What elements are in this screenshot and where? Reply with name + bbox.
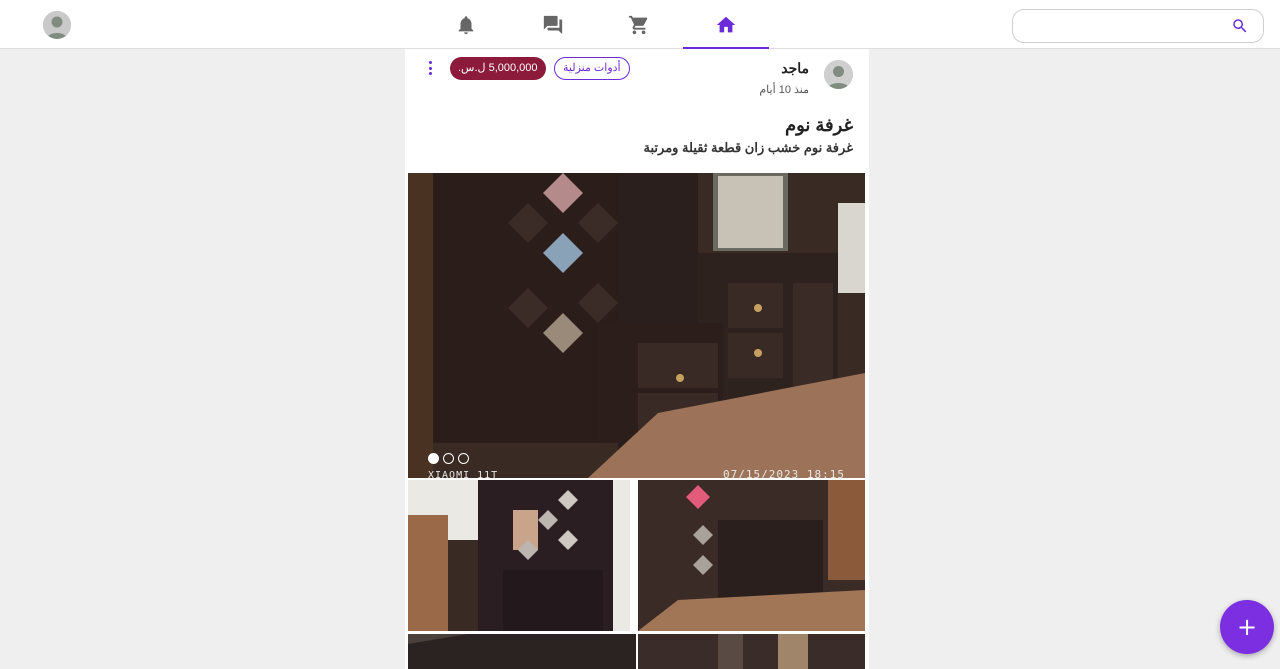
photo-stamp-datetime: 07/15/2023 18:15 <box>723 468 845 478</box>
thumbnail-image[interactable] <box>408 634 636 669</box>
tab-notifications[interactable] <box>423 0 509 49</box>
top-nav-bar <box>0 0 1280 49</box>
user-avatar[interactable] <box>43 11 71 39</box>
price-badge: 5,000,000 ل.س. <box>450 57 546 80</box>
wardrobe-photo <box>408 480 630 631</box>
photo-stamp-device: XIAOMI 11T <box>428 470 499 478</box>
carousel-dot[interactable] <box>443 453 454 464</box>
headboard-photo <box>638 480 865 631</box>
carousel-dots[interactable] <box>428 453 469 464</box>
post-description: غرفة نوم خشب زان قطعة ثقيلة ومرتبة <box>643 140 853 155</box>
search-box[interactable] <box>1012 9 1264 43</box>
main-image-carousel[interactable]: XIAOMI 11T 07/15/2023 18:15 <box>408 173 865 478</box>
more-options-icon[interactable] <box>422 60 438 76</box>
mirror-photo <box>638 634 865 669</box>
carousel-dot[interactable] <box>458 453 469 464</box>
carousel-dot[interactable] <box>428 453 439 464</box>
add-post-button[interactable]: + <box>1220 600 1274 654</box>
bell-icon <box>458 15 474 34</box>
thumbnail-image[interactable] <box>638 480 865 631</box>
plus-icon: + <box>1236 613 1258 641</box>
post-title: غرفة نوم <box>784 115 853 135</box>
tab-cart[interactable] <box>596 0 682 49</box>
search-input[interactable] <box>1021 11 1231 41</box>
room-photo <box>408 634 636 669</box>
tab-messages[interactable] <box>510 0 596 49</box>
cart-icon <box>628 15 648 34</box>
bedroom-dresser-photo <box>408 173 865 478</box>
avatar-icon <box>824 60 853 89</box>
author-avatar[interactable] <box>824 60 853 89</box>
thumbnail-image[interactable] <box>638 634 865 669</box>
tab-home[interactable] <box>683 0 769 49</box>
category-chip[interactable]: أدوات منزلية <box>554 57 630 80</box>
thumbnail-image[interactable] <box>408 480 630 631</box>
post-time: منذ 10 أيام <box>759 84 809 96</box>
chat-icon <box>543 15 563 34</box>
post-card: 5,000,000 ل.س. أدوات منزلية ماجد منذ 10 … <box>405 49 869 669</box>
avatar-icon <box>43 11 71 39</box>
home-icon <box>716 16 736 32</box>
search-icon[interactable] <box>1231 17 1249 35</box>
author-name[interactable]: ماجد <box>781 60 809 77</box>
